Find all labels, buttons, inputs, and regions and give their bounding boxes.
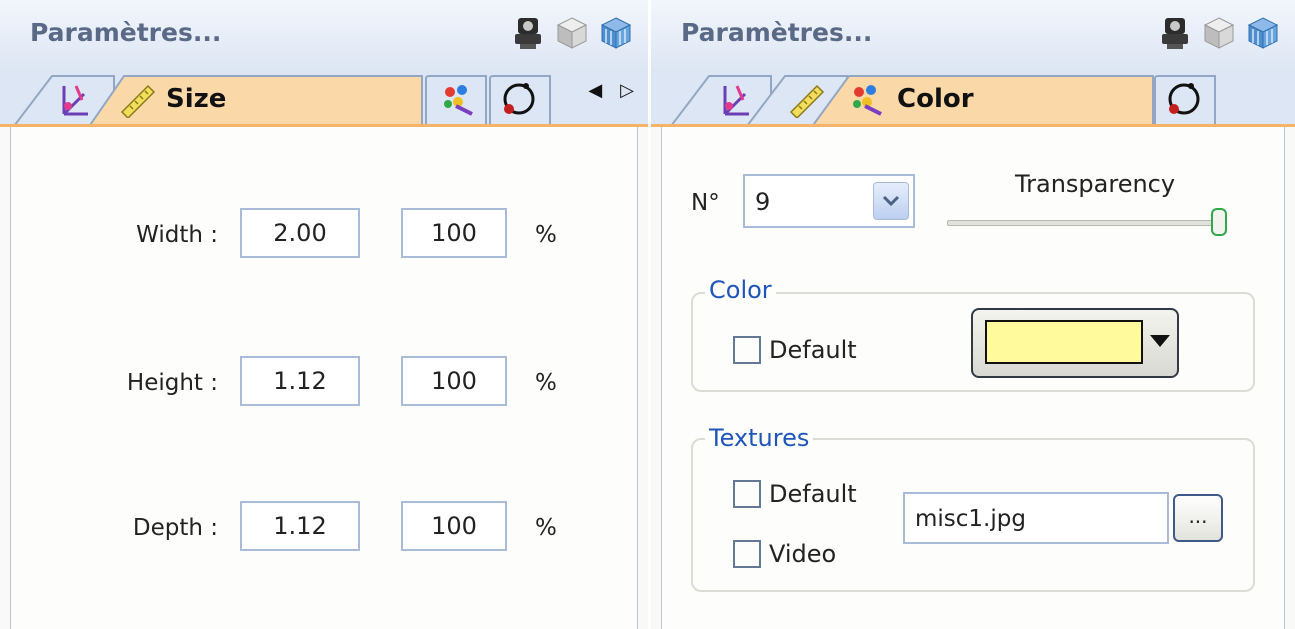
color-group-title: Color — [705, 276, 776, 304]
ruler-icon — [120, 84, 156, 118]
color-swatch — [985, 320, 1143, 364]
depth-percent-input[interactable]: 100 — [401, 501, 507, 551]
size-panel: Paramètres... Size ◀ ▷ Width: 2.00 100 … — [0, 0, 648, 629]
color-picker-button[interactable] — [971, 308, 1179, 378]
width-input[interactable]: 2.00 — [240, 208, 360, 258]
tab-rotate[interactable] — [1153, 74, 1217, 126]
browse-button[interactable]: ... — [1173, 494, 1223, 542]
percent-unit: % — [535, 370, 557, 396]
texture-file-input[interactable]: misc1.jpg — [903, 492, 1169, 544]
tab-color[interactable]: Color — [811, 74, 1157, 128]
slider-track — [947, 220, 1221, 226]
width-percent-input[interactable]: 100 — [401, 208, 507, 258]
panel-header: Paramètres... — [651, 0, 1295, 73]
number-value: 9 — [755, 188, 771, 216]
video-checkbox[interactable] — [733, 540, 761, 568]
paint-icon — [444, 85, 473, 116]
tab-size-label: Size — [166, 84, 227, 114]
number-label: N° — [691, 190, 720, 216]
tab-color[interactable] — [424, 74, 488, 126]
height-input[interactable]: 1.12 — [240, 356, 360, 406]
cube-icon[interactable] — [1201, 14, 1237, 52]
cube-icon[interactable] — [554, 14, 590, 52]
grid-cube-icon[interactable] — [1245, 14, 1281, 52]
scroll-tabs-right-button[interactable]: ▷ — [620, 80, 634, 101]
tab-size[interactable]: Size — [88, 74, 426, 128]
percent-unit: % — [535, 222, 557, 248]
panel-header: Paramètres... — [0, 0, 648, 73]
panel-title: Paramètres... — [30, 18, 222, 47]
textures-group-title: Textures — [705, 424, 814, 452]
color-panel: Paramètres... Color N° 9 Transparency Co… — [651, 0, 1295, 629]
texture-file-value: misc1.jpg — [915, 506, 1026, 532]
paint-icon — [853, 85, 882, 116]
dropdown-arrow-icon — [1150, 335, 1170, 347]
rotate-icon — [503, 83, 535, 115]
color-default-checkbox[interactable] — [733, 336, 761, 364]
tab-rotate[interactable] — [488, 74, 552, 126]
rotate-icon — [1168, 83, 1200, 115]
depth-input[interactable]: 1.12 — [240, 501, 360, 551]
projector-icon[interactable] — [1157, 14, 1193, 52]
height-label: Height : — [126, 370, 218, 396]
axes-icon — [62, 85, 88, 116]
depth-label: Depth : — [132, 515, 218, 541]
transparency-label: Transparency — [1015, 170, 1176, 198]
height-percent-input[interactable]: 100 — [401, 356, 507, 406]
percent-unit: % — [535, 515, 557, 541]
color-default-label: Default — [769, 336, 857, 364]
scroll-tabs-left-button[interactable]: ◀ — [588, 80, 602, 101]
slider-thumb[interactable] — [1211, 208, 1227, 236]
texture-default-checkbox[interactable] — [733, 480, 761, 508]
video-label: Video — [769, 540, 837, 568]
panel-title: Paramètres... — [681, 18, 873, 47]
grid-cube-icon[interactable] — [598, 14, 634, 52]
texture-default-label: Default — [769, 480, 857, 508]
number-select[interactable]: 9 — [743, 174, 915, 228]
projector-icon[interactable] — [510, 14, 546, 52]
chevron-down-icon[interactable] — [873, 182, 909, 220]
transparency-slider[interactable] — [947, 208, 1231, 238]
width-label: Width : — [136, 222, 218, 248]
tab-color-label: Color — [897, 84, 974, 114]
